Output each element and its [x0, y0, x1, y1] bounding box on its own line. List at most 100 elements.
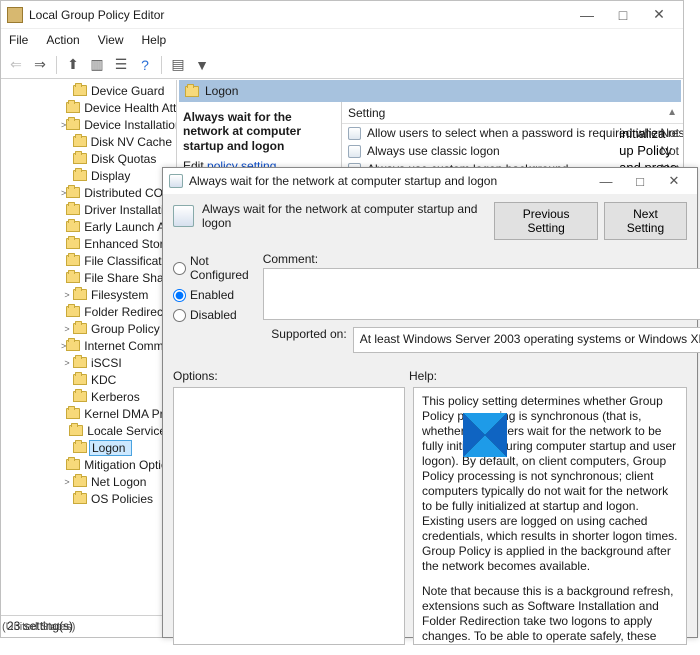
close-button[interactable]: ✕ [641, 3, 677, 27]
tree-item-label: Disk NV Cache [91, 135, 172, 149]
tree-item-file-share-shadow-c[interactable]: >File Share Shadow C [1, 269, 176, 286]
tree-item-label: iSCSI [91, 356, 122, 370]
folder-icon [66, 238, 80, 249]
expand-caret-icon[interactable]: > [61, 154, 73, 164]
menu-help[interactable]: Help [138, 31, 171, 49]
folder-icon [73, 323, 87, 334]
settings-header[interactable]: Setting ▲ [342, 102, 683, 124]
radio-disabled-label: Disabled [190, 308, 237, 322]
back-button[interactable]: ⇐ [5, 54, 27, 76]
tree-item-file-classification-in[interactable]: >File Classification In [1, 252, 176, 269]
tree-item-driver-installation[interactable]: >Driver Installation [1, 201, 176, 218]
tree-pane[interactable]: >Device Guard>Device Health Attes>Device… [1, 80, 177, 615]
main-titlebar: i Local Group Policy Editor — □ ✕ [1, 1, 683, 29]
tree-item-locale-services[interactable]: >Locale Services [1, 422, 176, 439]
tree-item-disk-quotas[interactable]: >Disk Quotas [1, 150, 176, 167]
tree-item-mitigation-options[interactable]: >Mitigation Options [1, 456, 176, 473]
expand-caret-icon[interactable]: > [61, 171, 73, 181]
comment-textarea[interactable] [263, 268, 700, 320]
radio-not-configured-input[interactable] [173, 262, 186, 275]
tree-item-label: Device Installation [84, 118, 176, 132]
radio-group: Not Configured Enabled Disabled [173, 252, 249, 353]
up-button[interactable]: ⬆ [62, 54, 84, 76]
folder-icon [73, 476, 87, 487]
tree-item-device-health-attes[interactable]: >Device Health Attes [1, 99, 176, 116]
toolbar: ⇐ ⇒ ⬆ ▥ ☰ ? ▤ ▼ [1, 51, 683, 79]
radio-enabled-input[interactable] [173, 289, 186, 302]
expand-caret-icon[interactable]: > [61, 324, 73, 334]
expand-caret-icon[interactable]: > [61, 137, 73, 147]
dialog-window-controls: — □ ✕ [589, 170, 691, 192]
tree-item-folder-redirection[interactable]: >Folder Redirection [1, 303, 176, 320]
minimize-button[interactable]: — [569, 3, 605, 27]
previous-setting-button[interactable]: Previous Setting [494, 202, 598, 240]
export-button[interactable]: ▤ [167, 54, 189, 76]
expand-caret-icon[interactable]: > [61, 375, 73, 385]
tree-item-early-launch-antim[interactable]: >Early Launch Antim [1, 218, 176, 235]
tree-item-disk-nv-cache[interactable]: > Disk NV Cache [1, 133, 176, 150]
help-button[interactable]: ? [134, 54, 156, 76]
dialog-maximize-button[interactable]: □ [623, 170, 657, 192]
tree-item-logon[interactable]: >Logon [1, 439, 176, 456]
tree-item-display[interactable]: >Display [1, 167, 176, 184]
help-text-2: Note that because this is a background r… [422, 584, 678, 645]
tree-item-kerberos[interactable]: >Kerberos [1, 388, 176, 405]
tree-item-device-installation[interactable]: >Device Installation [1, 116, 176, 133]
expand-caret-icon[interactable]: > [61, 426, 69, 436]
settings-col-setting[interactable]: Setting [348, 106, 385, 120]
menu-view[interactable]: View [94, 31, 128, 49]
tree-item-label: Filesystem [91, 288, 148, 302]
filter-button[interactable]: ▼ [191, 54, 213, 76]
tree-item-device-guard[interactable]: >Device Guard [1, 82, 176, 99]
expand-caret-icon[interactable]: > [61, 477, 73, 487]
settings-row[interactable]: Always use classic logonNot [342, 142, 683, 160]
menu-action[interactable]: Action [42, 31, 83, 49]
show-hide-tree-button[interactable]: ▥ [86, 54, 108, 76]
settings-row[interactable]: Allow users to select when a password is… [342, 124, 683, 142]
policy-settings-dialog: Always wait for the network at computer … [162, 167, 698, 638]
folder-icon [73, 153, 87, 164]
tree-item-iscsi[interactable]: > iSCSI [1, 354, 176, 371]
tree-item-enhanced-storage-a[interactable]: >Enhanced Storage A [1, 235, 176, 252]
tree-item-internet-communic[interactable]: >Internet Communic [1, 337, 176, 354]
tree-item-kernel-dma-protec[interactable]: >Kernel DMA Protec [1, 405, 176, 422]
tree-item-filesystem[interactable]: > Filesystem [1, 286, 176, 303]
next-setting-button[interactable]: Next Setting [604, 202, 687, 240]
tree-item-os-policies[interactable]: >OS Policies [1, 490, 176, 507]
dialog-minimize-button[interactable]: — [589, 170, 623, 192]
expand-caret-icon[interactable]: > [61, 290, 73, 300]
radio-disabled[interactable]: Disabled [173, 308, 249, 322]
folder-icon [66, 204, 80, 215]
radio-disabled-input[interactable] [173, 309, 186, 322]
comment-label: Comment: [263, 252, 700, 266]
expand-caret-icon[interactable]: > [61, 358, 73, 368]
folder-icon [73, 136, 87, 147]
policy-title: Always wait for the network at computer … [183, 110, 341, 153]
folder-icon [73, 289, 87, 300]
expand-caret-icon[interactable]: > [61, 494, 73, 504]
properties-button[interactable]: ☰ [110, 54, 132, 76]
options-pane[interactable] [173, 387, 405, 645]
help-pane[interactable]: This policy setting determines whether G… [413, 387, 687, 645]
category-title: Logon [205, 84, 238, 98]
tree-item-distributed-com[interactable]: >Distributed COM [1, 184, 176, 201]
radio-enabled[interactable]: Enabled [173, 288, 249, 302]
dialog-close-button[interactable]: ✕ [657, 170, 691, 192]
language-indicator: (United States) [0, 620, 77, 638]
tree-item-group-policy[interactable]: >Group Policy [1, 320, 176, 337]
settings-row-label: Allow users to select when a password is… [367, 126, 683, 140]
expand-caret-icon[interactable]: > [61, 86, 73, 96]
menubar: File Action View Help [1, 29, 683, 51]
decorative-x-graphic [463, 413, 507, 457]
toolbar-sep2 [161, 56, 162, 74]
supported-on-label: Supported on: [263, 327, 347, 341]
tree-item-kdc[interactable]: >KDC [1, 371, 176, 388]
radio-not-configured[interactable]: Not Configured [173, 254, 249, 282]
folder-icon [66, 255, 80, 266]
expand-caret-icon[interactable]: > [61, 443, 73, 453]
menu-file[interactable]: File [5, 31, 32, 49]
expand-caret-icon[interactable]: > [61, 392, 73, 402]
maximize-button[interactable]: □ [605, 3, 641, 27]
forward-button[interactable]: ⇒ [29, 54, 51, 76]
tree-item-net-logon[interactable]: >Net Logon [1, 473, 176, 490]
